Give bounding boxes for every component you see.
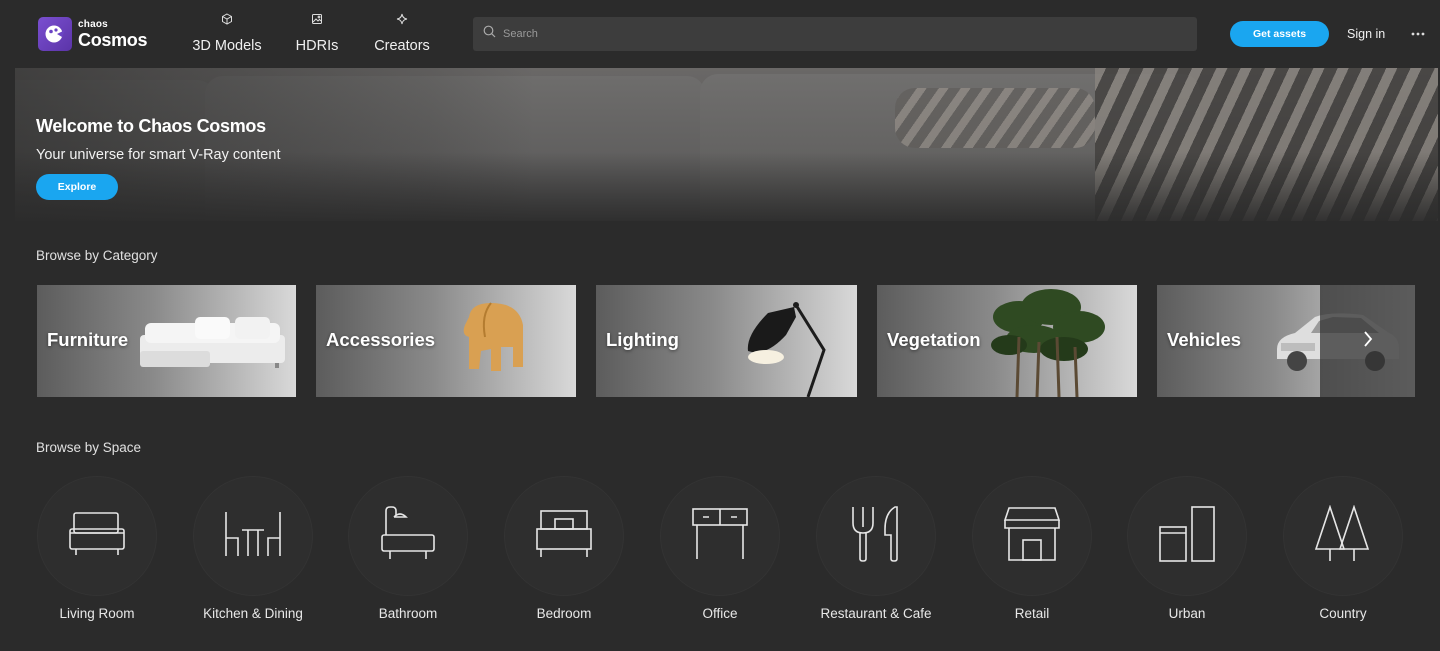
hero-banner: Welcome to Chaos Cosmos Your universe fo… bbox=[15, 68, 1438, 221]
bathtub-icon bbox=[380, 505, 436, 568]
dining-table-icon bbox=[224, 510, 282, 563]
space-kitchen-dining-circle bbox=[193, 476, 313, 596]
search-input[interactable] bbox=[503, 28, 1103, 40]
sofa-image bbox=[135, 313, 290, 378]
space-country-circle bbox=[1283, 476, 1403, 596]
nav-hdris[interactable]: HDRIs bbox=[295, 12, 339, 56]
browse-space-title: Browse by Space bbox=[36, 440, 142, 455]
hero-title: Welcome to Chaos Cosmos bbox=[36, 116, 266, 136]
nav-creators-label: Creators bbox=[374, 38, 430, 54]
space-retail-circle bbox=[972, 476, 1092, 596]
space-urban-circle bbox=[1127, 476, 1247, 596]
logo-big-text: Cosmos bbox=[78, 29, 148, 50]
category-next-arrow[interactable] bbox=[1320, 285, 1415, 397]
image-icon bbox=[311, 12, 323, 26]
category-label-accessories: Accessories bbox=[326, 329, 436, 350]
desk-icon bbox=[691, 507, 749, 566]
category-label-furniture: Furniture bbox=[47, 329, 129, 350]
cosmos-logo-icon bbox=[38, 17, 72, 51]
space-bathroom-circle bbox=[348, 476, 468, 596]
space-urban[interactable]: Urban bbox=[1127, 476, 1247, 626]
category-card-vegetation[interactable]: Vegetation bbox=[877, 285, 1137, 397]
space-office-circle bbox=[660, 476, 780, 596]
desk-lamp-image bbox=[746, 295, 836, 397]
chevron-right-icon bbox=[1362, 330, 1374, 353]
sofa-icon bbox=[68, 511, 126, 562]
fork-knife-icon bbox=[849, 505, 903, 568]
category-card-lighting[interactable]: Lighting bbox=[596, 285, 857, 397]
space-bedroom-circle bbox=[504, 476, 624, 596]
wooden-elephant-image bbox=[461, 297, 531, 387]
top-header: chaos Cosmos 3D Models HDRIs Creators Se… bbox=[0, 0, 1440, 68]
hero-subtitle: Your universe for smart V-Ray content bbox=[36, 147, 281, 163]
category-label-vehicles: Vehicles bbox=[1167, 329, 1242, 350]
browse-category-title: Browse by Category bbox=[36, 248, 158, 263]
search-icon bbox=[483, 25, 496, 43]
nav-hdris-label: HDRIs bbox=[295, 38, 339, 54]
get-assets-button[interactable]: Get assets bbox=[1230, 21, 1329, 47]
logo-small-text: chaos bbox=[78, 18, 108, 30]
cube-icon bbox=[221, 12, 233, 26]
chaos-cosmos-logo[interactable]: chaos Cosmos bbox=[38, 17, 148, 51]
space-bedroom[interactable]: Bedroom bbox=[504, 476, 624, 626]
palm-trees-image bbox=[989, 287, 1109, 397]
sparkle-icon bbox=[396, 12, 408, 26]
category-card-furniture[interactable]: Furniture bbox=[37, 285, 296, 397]
trees-icon bbox=[1314, 503, 1372, 568]
space-restaurant-cafe-circle bbox=[816, 476, 936, 596]
sign-in-link[interactable]: Sign in bbox=[1347, 27, 1385, 41]
hero-bottom-shade bbox=[15, 68, 1438, 221]
category-label-vegetation: Vegetation bbox=[887, 329, 981, 350]
category-label-lighting: Lighting bbox=[606, 329, 679, 350]
space-bathroom[interactable]: Bathroom bbox=[348, 476, 468, 626]
search-bar[interactable] bbox=[473, 17, 1197, 51]
space-country[interactable]: Country bbox=[1283, 476, 1403, 626]
nav-creators[interactable]: Creators bbox=[373, 12, 431, 56]
bed-icon bbox=[535, 509, 593, 564]
explore-button[interactable]: Explore bbox=[36, 174, 118, 200]
more-options-icon[interactable] bbox=[1409, 26, 1427, 42]
space-living-room[interactable]: Living Room bbox=[37, 476, 157, 626]
space-living-room-circle bbox=[37, 476, 157, 596]
storefront-icon bbox=[1003, 506, 1061, 567]
nav-3d-models[interactable]: 3D Models bbox=[192, 12, 262, 56]
space-restaurant-cafe[interactable]: Restaurant & Cafe bbox=[816, 476, 936, 626]
category-card-accessories[interactable]: Accessories bbox=[316, 285, 576, 397]
space-kitchen-dining[interactable]: Kitchen & Dining bbox=[193, 476, 313, 626]
nav-3d-models-label: 3D Models bbox=[192, 38, 262, 54]
space-office[interactable]: Office bbox=[660, 476, 780, 626]
space-label-country: Country bbox=[1319, 606, 1367, 621]
buildings-icon bbox=[1158, 505, 1216, 568]
space-retail[interactable]: Retail bbox=[972, 476, 1092, 626]
